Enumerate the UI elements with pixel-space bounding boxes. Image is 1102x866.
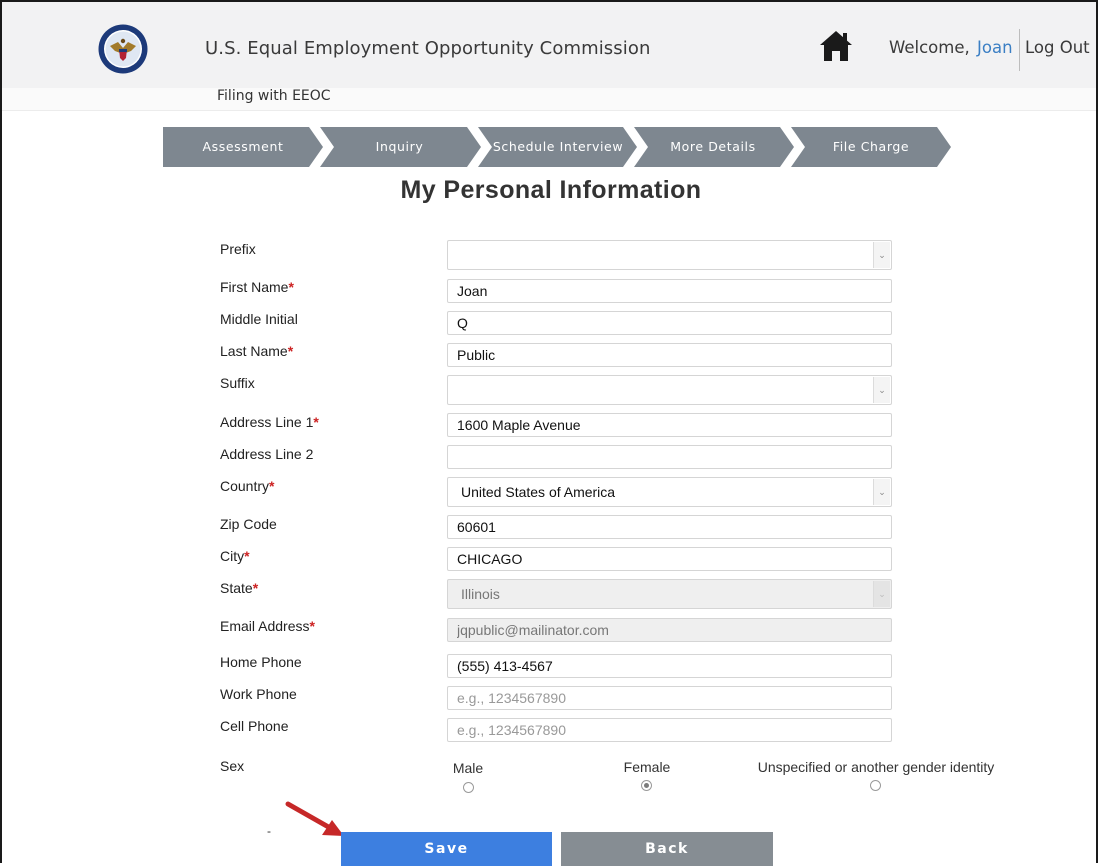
address-line-1-label-text: Address Line 1 xyxy=(220,414,314,430)
user-name-link[interactable]: Joan xyxy=(977,38,1013,57)
last-name-input[interactable] xyxy=(447,343,892,367)
email-label: Email Address* xyxy=(220,618,315,634)
state-select[interactable]: Illinois ⌄ xyxy=(447,579,892,609)
prefix-select[interactable]: ⌄ xyxy=(447,240,892,270)
site-header: U.S. Equal Employment Opportunity Commis… xyxy=(2,2,1096,88)
sub-header-bar xyxy=(2,88,1096,111)
sex-label: Sex xyxy=(220,758,245,774)
sex-radio-female[interactable] xyxy=(641,780,652,791)
required-mark: * xyxy=(288,279,294,295)
home-icon[interactable] xyxy=(818,29,854,63)
save-button[interactable]: Save xyxy=(341,832,552,866)
zip-code-label: Zip Code xyxy=(220,516,277,532)
suffix-label: Suffix xyxy=(220,375,255,391)
city-label-text: City xyxy=(220,548,245,564)
chevron-down-icon: ⌄ xyxy=(873,581,890,607)
middle-initial-label: Middle Initial xyxy=(220,311,298,327)
sex-option-male-label: Male xyxy=(452,760,484,776)
country-label-text: Country xyxy=(220,478,270,494)
sex-option-unspecified-label: Unspecified or another gender identity xyxy=(757,759,995,775)
home-phone-label: Home Phone xyxy=(220,654,302,670)
sex-radio-male[interactable] xyxy=(463,782,474,793)
step-schedule-interview[interactable]: Schedule Interview xyxy=(483,127,633,167)
state-value: Illinois xyxy=(461,586,500,602)
step-assessment[interactable]: Assessment xyxy=(163,127,323,167)
state-label: State* xyxy=(220,580,258,596)
email-input[interactable] xyxy=(447,618,892,642)
step-file-charge[interactable]: File Charge xyxy=(797,127,945,167)
country-select[interactable]: United States of America ⌄ xyxy=(447,477,892,507)
filing-subtitle: Filing with EEOC xyxy=(217,88,331,104)
progress-steps: Assessment Inquiry Schedule Interview Mo… xyxy=(163,127,963,167)
sex-radio-unspecified[interactable] xyxy=(870,780,881,791)
work-phone-label: Work Phone xyxy=(220,686,297,702)
state-label-text: State xyxy=(220,580,253,596)
welcome-text: Welcome, xyxy=(889,38,970,57)
required-mark: * xyxy=(269,478,275,494)
middle-initial-input[interactable] xyxy=(447,311,892,335)
chevron-down-icon: ⌄ xyxy=(873,242,890,268)
first-name-label: First Name* xyxy=(220,279,294,295)
sex-option-female-label: Female xyxy=(623,759,671,775)
zip-code-input[interactable] xyxy=(447,515,892,539)
address-line-1-input[interactable] xyxy=(447,413,892,437)
email-label-text: Email Address xyxy=(220,618,310,634)
page-title: My Personal Information xyxy=(400,176,702,204)
cell-phone-label: Cell Phone xyxy=(220,718,289,734)
prefix-label: Prefix xyxy=(220,241,256,257)
work-phone-input[interactable] xyxy=(447,686,892,710)
dash-mark: - xyxy=(267,824,271,838)
address-line-1-label: Address Line 1* xyxy=(220,414,319,430)
back-button[interactable]: Back xyxy=(561,832,773,866)
last-name-label-text: Last Name xyxy=(220,343,288,359)
first-name-input[interactable] xyxy=(447,279,892,303)
step-inquiry[interactable]: Inquiry xyxy=(323,127,476,167)
home-phone-input[interactable] xyxy=(447,654,892,678)
country-value: United States of America xyxy=(461,484,616,500)
chevron-down-icon: ⌄ xyxy=(873,377,890,403)
cell-phone-input[interactable] xyxy=(447,718,892,742)
required-mark: * xyxy=(244,548,250,564)
header-divider xyxy=(1019,29,1020,71)
suffix-select[interactable]: ⌄ xyxy=(447,375,892,405)
address-line-2-label: Address Line 2 xyxy=(220,446,314,462)
required-mark: * xyxy=(309,618,315,634)
city-label: City* xyxy=(220,548,250,564)
step-more-details[interactable]: More Details xyxy=(641,127,785,167)
required-mark: * xyxy=(313,414,319,430)
chevron-down-icon: ⌄ xyxy=(873,479,890,505)
required-mark: * xyxy=(252,580,259,596)
required-mark: * xyxy=(287,343,294,359)
logout-link[interactable]: Log Out xyxy=(1025,38,1090,57)
city-input[interactable] xyxy=(447,547,892,571)
first-name-label-text: First Name xyxy=(220,279,289,295)
address-line-2-input[interactable] xyxy=(447,445,892,469)
country-label: Country* xyxy=(220,478,274,494)
agency-name: U.S. Equal Employment Opportunity Commis… xyxy=(205,38,651,59)
eeoc-seal-icon[interactable] xyxy=(98,24,148,74)
last-name-label: Last Name* xyxy=(220,343,293,359)
